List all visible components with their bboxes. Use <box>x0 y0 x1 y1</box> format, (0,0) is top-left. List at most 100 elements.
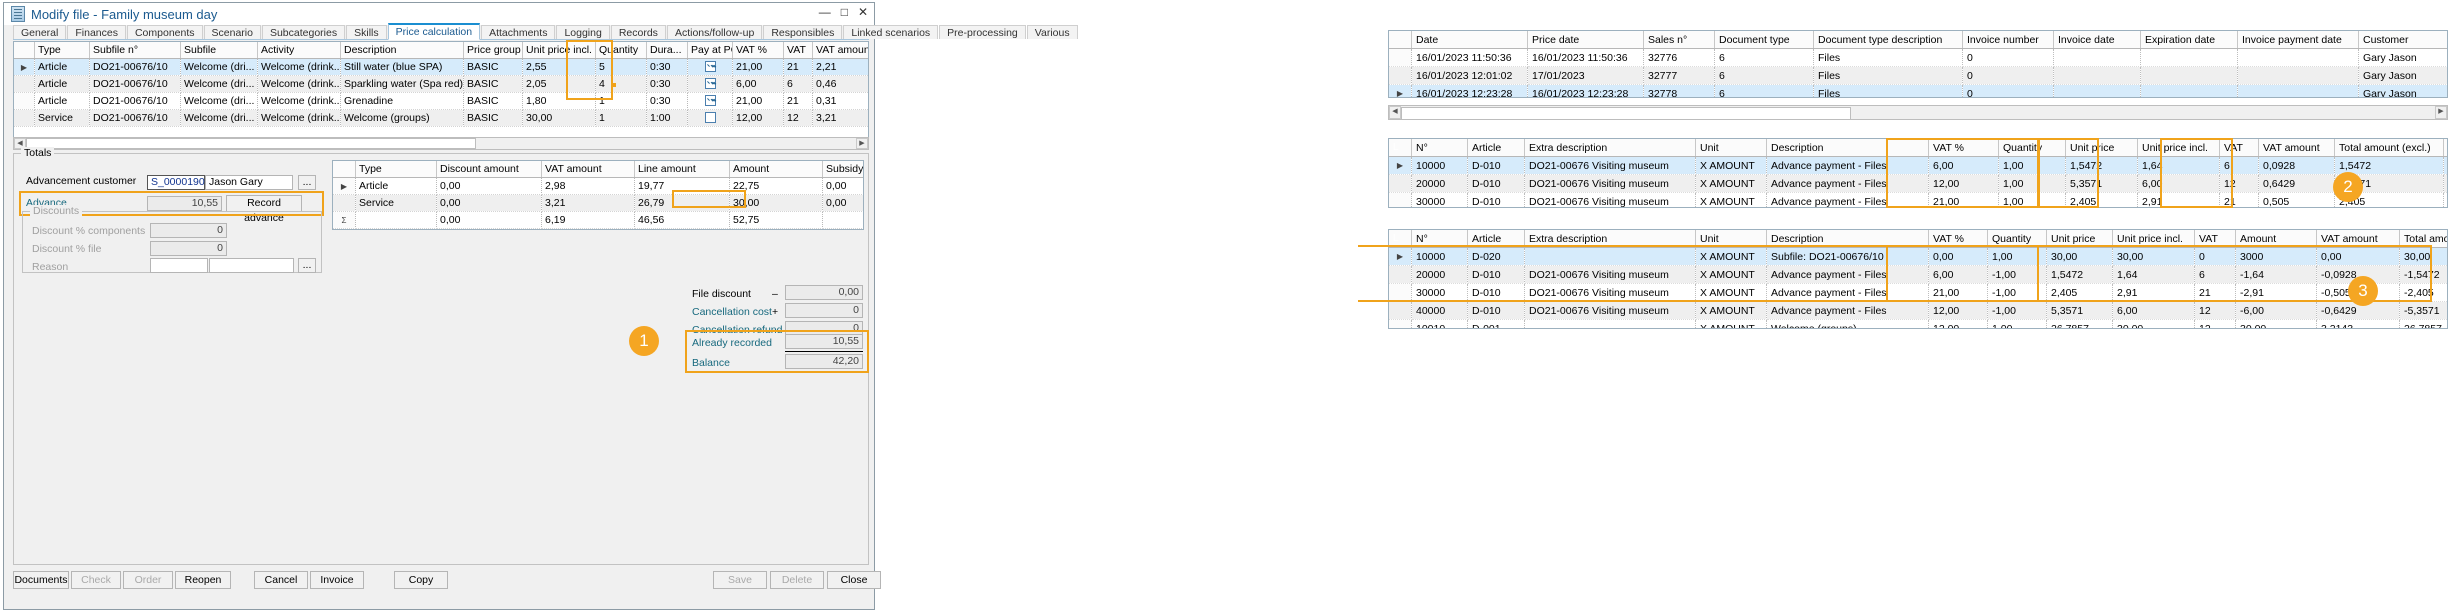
table-cell[interactable]: 2,21 <box>813 59 870 76</box>
table-cell[interactable] <box>2054 85 2141 99</box>
table-row[interactable]: Σ0,006,1946,5652,75 <box>333 212 864 229</box>
tab-subcategories[interactable]: Subcategories <box>262 25 345 39</box>
table-cell[interactable]: Welcome (dri... <box>181 110 258 127</box>
col-header-document-type[interactable]: Document type <box>1715 31 1814 49</box>
reason-extra-field[interactable] <box>209 258 294 273</box>
pay-at-pos-checkbox[interactable] <box>688 110 733 127</box>
table-cell[interactable]: 5,3571 <box>2047 302 2113 320</box>
table-cell[interactable]: D-010 <box>1468 284 1525 302</box>
table-cell[interactable]: 30,00 <box>2236 320 2317 330</box>
cancellation-cost-field[interactable]: 0 <box>785 303 863 318</box>
table-cell[interactable]: X AMOUNT <box>1696 302 1767 320</box>
table-cell[interactable]: D-001 <box>1468 320 1525 330</box>
table-cell[interactable]: 0,00 <box>437 178 542 195</box>
table-cell[interactable]: Welcome (dri... <box>181 59 258 76</box>
tab-linked-scenarios[interactable]: Linked scenarios <box>843 25 938 39</box>
table-cell[interactable]: 30,00 <box>2047 248 2113 266</box>
minimize-icon[interactable]: — <box>819 5 831 19</box>
price-calculation-grid[interactable]: TypeSubfile n°SubfileActivityDescription… <box>13 41 869 139</box>
table-cell[interactable]: 26,7857 <box>2400 320 2449 330</box>
table-cell[interactable]: DO21-00676 Visiting museum <box>1525 302 1696 320</box>
check-button[interactable]: Check <box>71 571 121 589</box>
col-header-description[interactable]: Description <box>1767 230 1929 248</box>
delete-button[interactable]: Delete <box>770 571 824 589</box>
col-header-invoice-date[interactable]: Invoice date <box>2054 31 2141 49</box>
table-cell[interactable]: Advance payment - Files <box>1767 157 1929 175</box>
table-cell[interactable]: 1,80 <box>523 93 596 110</box>
table-cell[interactable]: Gary Jason <box>2359 85 2449 99</box>
col-header-unit[interactable]: Unit <box>1696 139 1767 157</box>
table-cell[interactable]: Subfile: DO21-00676/10 <box>1767 248 1929 266</box>
table-cell[interactable]: 22,75 <box>730 178 823 195</box>
table-cell[interactable] <box>2141 49 2238 67</box>
table-cell[interactable]: 0,00 <box>2317 248 2400 266</box>
col-header-unit-price[interactable]: Unit price <box>2066 139 2138 157</box>
tab-general[interactable]: General <box>13 25 66 39</box>
table-cell[interactable]: 21 <box>2195 284 2236 302</box>
table-cell[interactable] <box>1525 320 1696 330</box>
table-row[interactable]: 30000D-010DO21-00676 Visiting museumX AM… <box>1389 193 2448 209</box>
col-header-invoice-payment-date[interactable]: Invoice payment date <box>2238 31 2359 49</box>
table-cell[interactable]: Article <box>35 76 90 93</box>
table-cell[interactable]: Article <box>35 93 90 110</box>
grid-horizontal-scrollbar[interactable]: ◀ ▶ <box>13 137 869 150</box>
table-cell[interactable]: Grenadine <box>341 93 464 110</box>
col-header-invoice-number[interactable]: Invoice number <box>1963 31 2054 49</box>
table-cell[interactable]: 26,7857 <box>2047 320 2113 330</box>
table-cell[interactable] <box>2054 67 2141 85</box>
discount-file-field[interactable]: 0 <box>150 241 227 256</box>
table-cell[interactable]: Still water (blue SPA) <box>341 59 464 76</box>
col-header-amount[interactable]: Amount <box>2444 139 2449 157</box>
table-cell[interactable]: -6,00 <box>2236 302 2317 320</box>
tab-components[interactable]: Components <box>127 25 203 39</box>
table-row[interactable]: ▶16/01/2023 12:23:2816/01/2023 12:23:283… <box>1389 85 2448 99</box>
checkbox-icon[interactable] <box>705 78 716 89</box>
cancel-button[interactable]: Cancel <box>254 571 308 589</box>
table-cell[interactable]: 0,46 <box>813 76 870 93</box>
col-header-subfile-n-[interactable]: Subfile n° <box>90 42 181 59</box>
table-cell[interactable]: 6,00 <box>2113 302 2195 320</box>
table-cell[interactable]: 6 <box>1715 67 1814 85</box>
totals-col-type[interactable]: Type <box>356 161 437 178</box>
table-cell[interactable]: 21,00 <box>1929 284 1988 302</box>
table-cell[interactable] <box>2141 85 2238 99</box>
table-cell[interactable]: Files <box>1814 49 1963 67</box>
table-cell[interactable]: DO21-00676 Visiting museum <box>1525 157 1696 175</box>
table-cell[interactable] <box>2238 67 2359 85</box>
table-cell[interactable]: 1,00 <box>1999 157 2066 175</box>
table-cell[interactable]: 6,00 <box>1929 157 1999 175</box>
col-header-extra-description[interactable]: Extra description <box>1525 230 1696 248</box>
totals-col-subsidy-amount[interactable]: Subsidy amount <box>823 161 865 178</box>
table-cell[interactable]: Welcome (dri... <box>181 76 258 93</box>
table-cell[interactable]: 0:30 <box>647 93 688 110</box>
table-cell[interactable]: X AMOUNT <box>1696 248 1767 266</box>
already-recorded-field[interactable]: 10,55 <box>785 334 863 349</box>
table-cell[interactable]: 4 <box>596 76 647 93</box>
table-cell[interactable]: 1,64 <box>2444 157 2449 175</box>
table-cell[interactable]: Article <box>35 59 90 76</box>
reason-browse-button[interactable]: ... <box>298 258 316 273</box>
table-cell[interactable]: 6,00 <box>2138 175 2220 193</box>
table-cell[interactable]: -1,64 <box>2236 266 2317 284</box>
col-header-vat[interactable]: VAT <box>2220 139 2259 157</box>
table-cell[interactable]: -1,00 <box>1988 302 2047 320</box>
table-cell[interactable]: Welcome (drink... <box>258 110 341 127</box>
table-cell[interactable]: 2,405 <box>2066 193 2138 209</box>
table-cell[interactable]: D-010 <box>1468 157 1525 175</box>
table-row[interactable]: 20000D-010DO21-00676 Visiting museumX AM… <box>1389 266 2448 284</box>
table-cell[interactable]: 30,00 <box>2113 320 2195 330</box>
table-cell[interactable]: BASIC <box>464 110 523 127</box>
table-cell[interactable]: 21,00 <box>733 93 784 110</box>
table-cell[interactable]: BASIC <box>464 76 523 93</box>
tab-attachments[interactable]: Attachments <box>481 25 555 39</box>
table-cell[interactable] <box>356 212 437 229</box>
copy-button[interactable]: Copy <box>394 571 448 589</box>
table-row[interactable]: 10010D-001X AMOUNTWelcome (groups)12,001… <box>1389 320 2448 330</box>
checkbox-icon[interactable] <box>705 95 716 106</box>
table-cell[interactable]: 17/01/2023 <box>1528 67 1644 85</box>
table-cell[interactable]: 1,64 <box>2138 157 2220 175</box>
table-cell[interactable]: D-010 <box>1468 266 1525 284</box>
table-cell[interactable]: DO21-00676/10 <box>90 59 181 76</box>
table-cell[interactable]: 30,00 <box>2113 248 2195 266</box>
table-cell[interactable]: -1,5472 <box>2400 266 2449 284</box>
